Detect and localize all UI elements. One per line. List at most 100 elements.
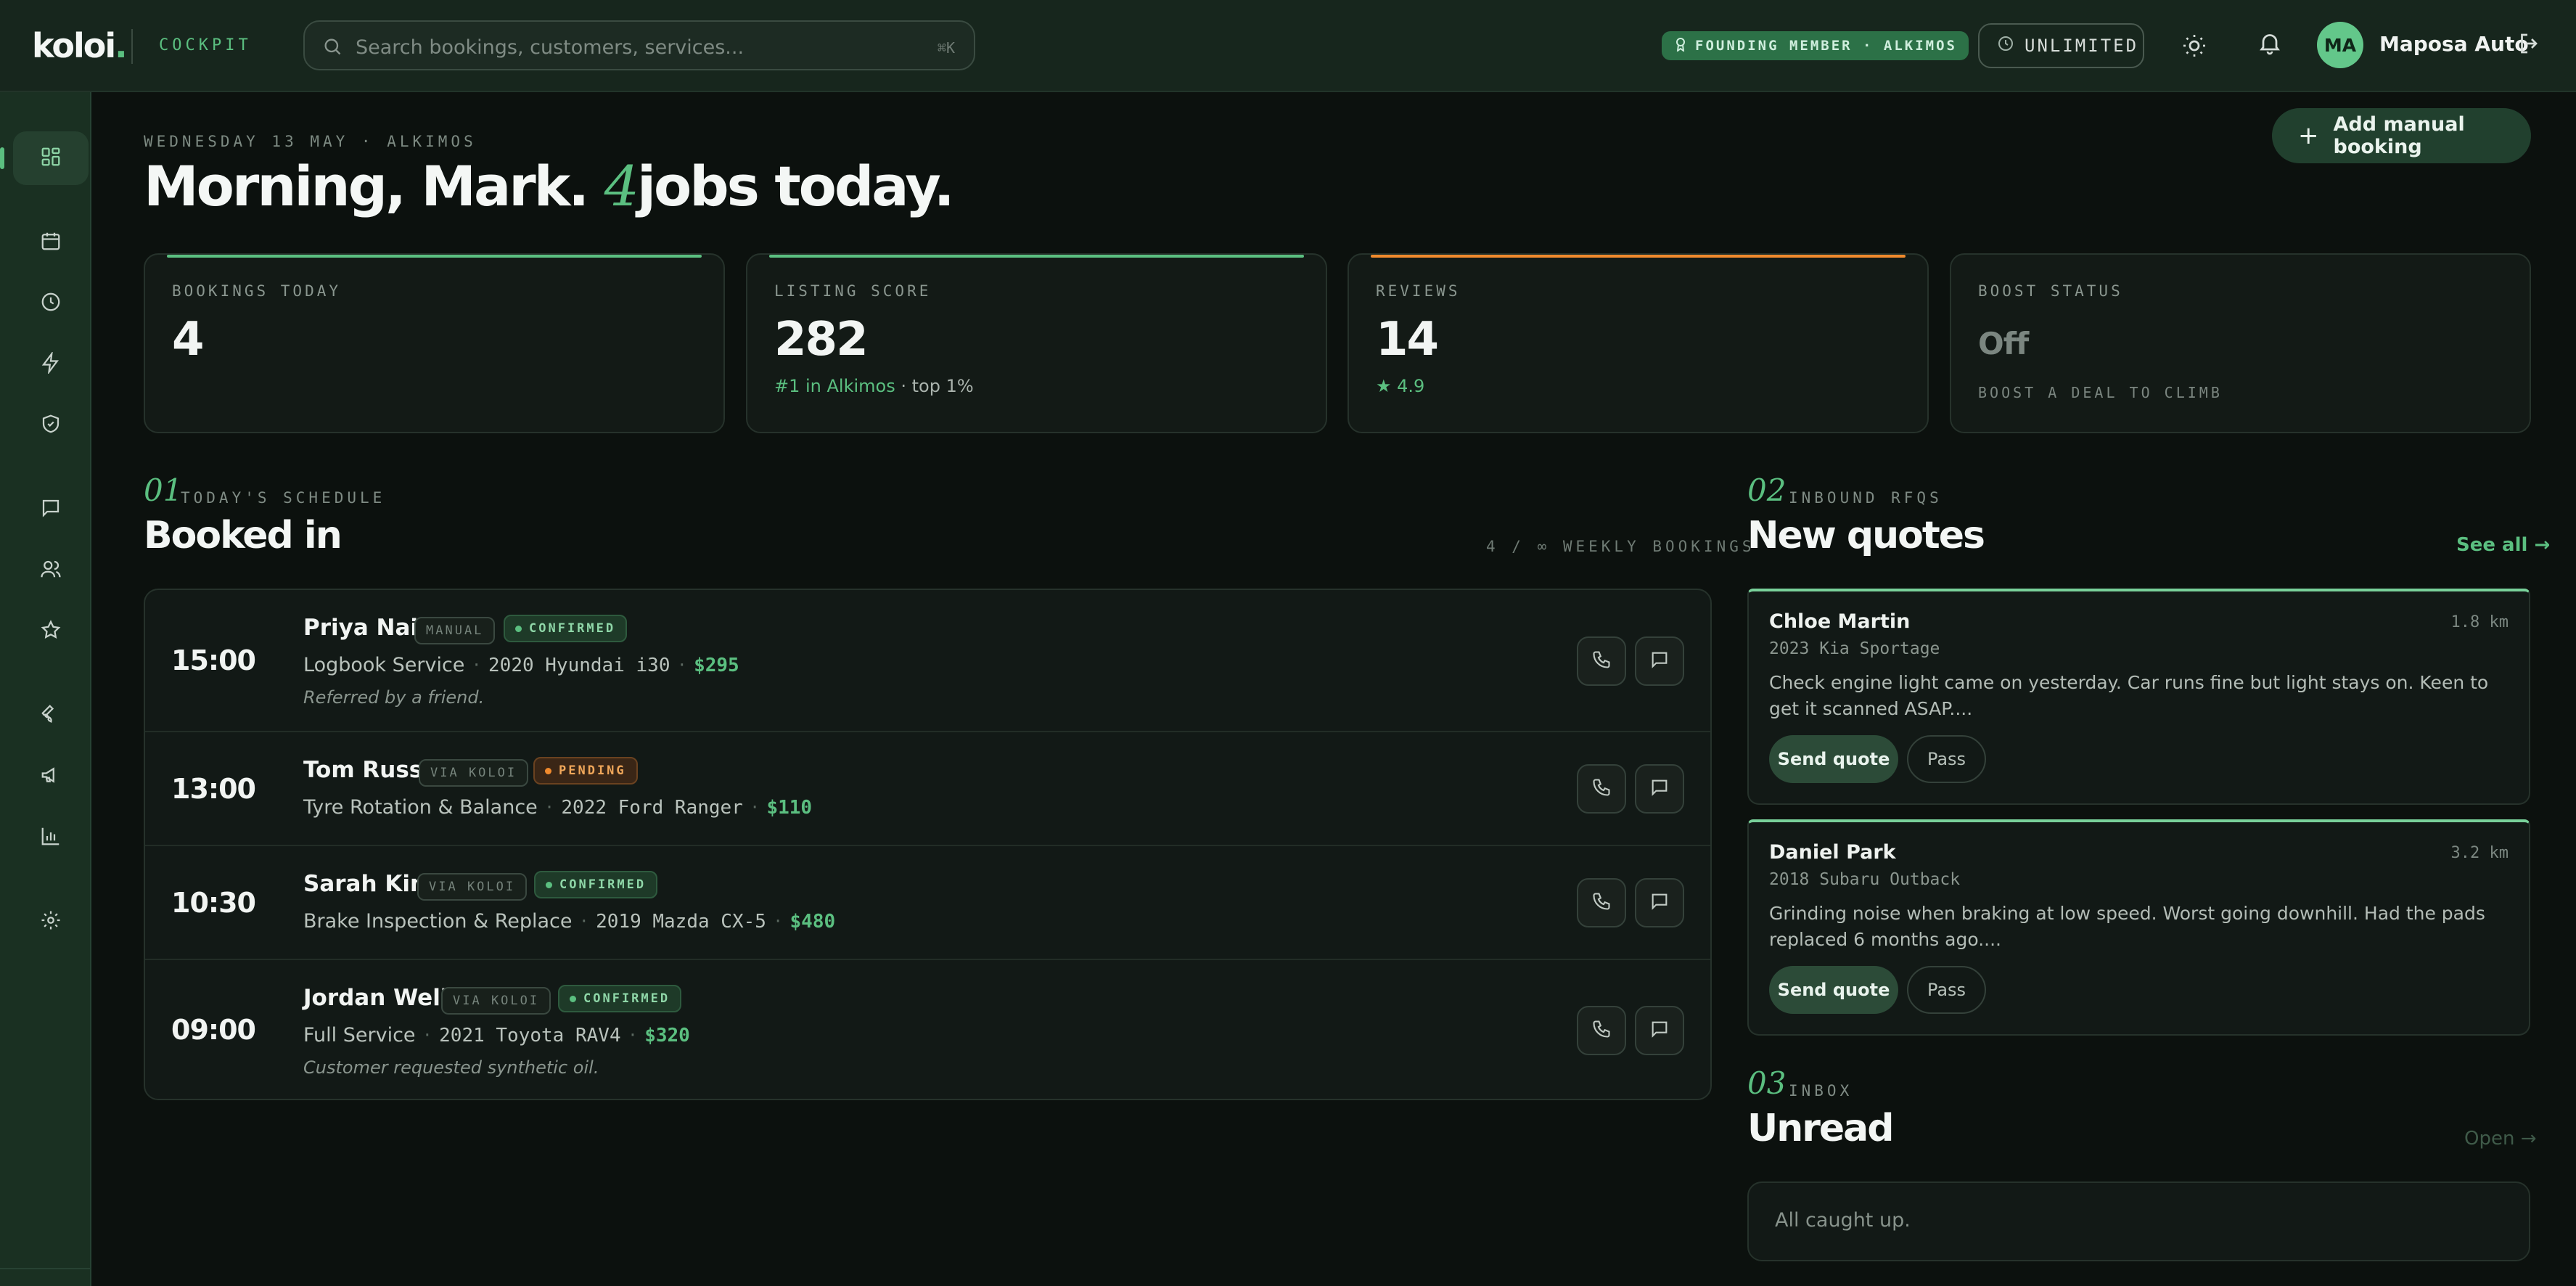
chat-icon bbox=[1649, 650, 1670, 673]
search-input[interactable]: Search bookings, customers, services... bbox=[356, 36, 744, 59]
sidebar-item-calendar[interactable] bbox=[13, 216, 89, 269]
quote-message: Grinding noise when braking at low speed… bbox=[1769, 903, 2485, 950]
sidebar-item-settings[interactable] bbox=[13, 895, 89, 949]
call-button[interactable] bbox=[1577, 636, 1626, 686]
sidebar-item-reviews[interactable] bbox=[13, 605, 89, 658]
source-tag: VIA KOLOI bbox=[417, 873, 528, 901]
customer-name: Sarah Kim bbox=[303, 871, 434, 897]
sidebar-divider bbox=[0, 1268, 91, 1269]
booking-details: Full Service · 2021 Toyota RAV4 · $320 bbox=[303, 1024, 690, 1047]
award-icon bbox=[1675, 37, 1686, 55]
stat-card-listing-score: LISTING SCORE 282 #1 in Alkimos · top 1% bbox=[746, 253, 1327, 433]
sidebar-item-customers[interactable] bbox=[13, 544, 89, 597]
plan-status-icon bbox=[1997, 35, 2014, 57]
message-button[interactable] bbox=[1635, 878, 1684, 927]
section-label: INBOX bbox=[1789, 1082, 1853, 1099]
user-name[interactable]: Maposa Auto bbox=[2379, 32, 2529, 56]
notifications-bell-icon[interactable] bbox=[2257, 29, 2283, 60]
booking-time: 09:00 bbox=[171, 1014, 256, 1046]
avatar[interactable]: MA bbox=[2317, 22, 2363, 68]
top-bar: koloi. COCKPIT Search bookings, customer… bbox=[0, 0, 2576, 92]
search-bar[interactable]: Search bookings, customers, services... … bbox=[303, 20, 975, 70]
phone-icon bbox=[1591, 650, 1612, 673]
chat-icon bbox=[1649, 891, 1670, 914]
section-label: COCKPIT bbox=[159, 36, 252, 54]
customer-name: Tom Russo bbox=[303, 757, 438, 783]
stat-accent-line bbox=[167, 255, 702, 258]
status-badge: CONFIRMED bbox=[558, 985, 682, 1012]
stat-card-boost-status: BOOST STATUS Off BOOST A DEAL TO CLIMB bbox=[1950, 253, 2531, 433]
message-button[interactable] bbox=[1635, 636, 1684, 686]
booking-time: 13:00 bbox=[171, 773, 256, 805]
call-button[interactable] bbox=[1577, 878, 1626, 927]
booking-note: Referred by a friend. bbox=[303, 687, 485, 708]
stat-card-bookings-today: BOOKINGS TODAY 4 bbox=[144, 253, 725, 433]
wrench-icon bbox=[40, 703, 62, 728]
plan-button[interactable]: UNLIMITED bbox=[1978, 23, 2144, 68]
phone-icon bbox=[1591, 891, 1612, 914]
see-all-quotes-link[interactable]: See all → bbox=[2456, 534, 2550, 556]
sidebar-item-verification[interactable] bbox=[13, 398, 89, 452]
pass-button[interactable]: Pass bbox=[1907, 966, 1986, 1014]
section-label: TODAY'S SCHEDULE bbox=[181, 489, 386, 507]
booking-row[interactable]: 09:00 Jordan Wells VIA KOLOI CONFIRMED F… bbox=[145, 960, 1710, 1099]
users-icon bbox=[40, 558, 62, 583]
lightning-icon bbox=[40, 351, 62, 377]
stat-value: 4 bbox=[172, 313, 205, 366]
quote-distance: 1.8 km bbox=[2450, 613, 2509, 631]
inbox-empty-text: All caught up. bbox=[1775, 1209, 1911, 1232]
sidebar-item-dashboard[interactable] bbox=[0, 131, 89, 185]
chat-icon bbox=[1649, 1019, 1670, 1042]
pass-button[interactable]: Pass bbox=[1907, 735, 1986, 783]
send-quote-button[interactable]: Send quote bbox=[1769, 735, 1898, 783]
sidebar-item-messages[interactable] bbox=[13, 483, 89, 536]
section-number: 02 bbox=[1747, 472, 1787, 508]
booking-row[interactable]: 13:00 Tom Russo VIA KOLOI PENDING Tyre R… bbox=[145, 732, 1710, 846]
stat-value: 14 bbox=[1376, 313, 1439, 366]
star-icon bbox=[40, 619, 62, 644]
logo-divider bbox=[131, 29, 133, 64]
quote-distance: 3.2 km bbox=[2450, 844, 2509, 862]
sidebar-item-services[interactable] bbox=[13, 689, 89, 742]
dashboard-icon bbox=[40, 146, 62, 171]
message-button[interactable] bbox=[1635, 1006, 1684, 1055]
add-manual-booking-button[interactable]: + Add manual booking bbox=[2272, 108, 2531, 163]
call-button[interactable] bbox=[1577, 764, 1626, 814]
send-quote-button[interactable]: Send quote bbox=[1769, 966, 1898, 1014]
section-label: INBOUND RFQS bbox=[1789, 489, 1943, 507]
quote-message: Check engine light came on yesterday. Ca… bbox=[1769, 672, 2489, 719]
booking-row[interactable]: 15:00 Priya Nair MANUAL CONFIRMED Logboo… bbox=[145, 590, 1710, 732]
sidebar-item-deals[interactable] bbox=[13, 337, 89, 391]
quote-vehicle: 2023 Kia Sportage bbox=[1769, 639, 1940, 658]
booking-details: Brake Inspection & Replace · 2019 Mazda CX… bbox=[303, 910, 836, 933]
booking-time: 10:30 bbox=[171, 887, 256, 919]
section-title: New quotes bbox=[1747, 514, 1985, 557]
sidebar-item-marketing[interactable] bbox=[13, 750, 89, 803]
section-number: 01 bbox=[144, 472, 183, 508]
section-title: Booked in bbox=[144, 514, 342, 557]
booking-details: Tyre Rotation & Balance · 2022 Ford Ranger… bbox=[303, 796, 813, 819]
app-logo[interactable]: koloi. bbox=[32, 26, 128, 65]
booking-row[interactable]: 10:30 Sarah Kim VIA KOLOI CONFIRMED Brak… bbox=[145, 846, 1710, 960]
sidebar-item-analytics[interactable] bbox=[13, 811, 89, 864]
message-button[interactable] bbox=[1635, 764, 1684, 814]
theme-toggle-sun-icon[interactable] bbox=[2181, 33, 2207, 62]
source-tag: VIA KOLOI bbox=[419, 759, 529, 787]
open-inbox-link[interactable]: Open → bbox=[2464, 1128, 2537, 1150]
logout-icon[interactable] bbox=[2516, 30, 2543, 60]
quote-vehicle: 2018 Subaru Outback bbox=[1769, 870, 1961, 889]
booking-note: Customer requested synthetic oil. bbox=[303, 1057, 599, 1078]
calendar-icon bbox=[40, 230, 62, 255]
jobs-count: 4 bbox=[604, 154, 639, 218]
stat-value: Off bbox=[1978, 326, 2029, 361]
quote-customer-name: Chloe Martin bbox=[1769, 610, 1911, 633]
stat-sub: ★ 4.9 bbox=[1376, 376, 1425, 396]
dateline: WEDNESDAY 13 MAY · ALKIMOS bbox=[144, 133, 477, 150]
page-title: Morning, Mark. 4jobs today. bbox=[144, 154, 955, 218]
booking-details: Logbook Service · 2020 Hyundai i30 · $295 bbox=[303, 654, 739, 676]
phone-icon bbox=[1591, 777, 1612, 800]
call-button[interactable] bbox=[1577, 1006, 1626, 1055]
source-tag: VIA KOLOI bbox=[441, 987, 551, 1015]
search-shortcut: ⌘K bbox=[937, 39, 955, 57]
sidebar-item-history[interactable] bbox=[13, 277, 89, 330]
